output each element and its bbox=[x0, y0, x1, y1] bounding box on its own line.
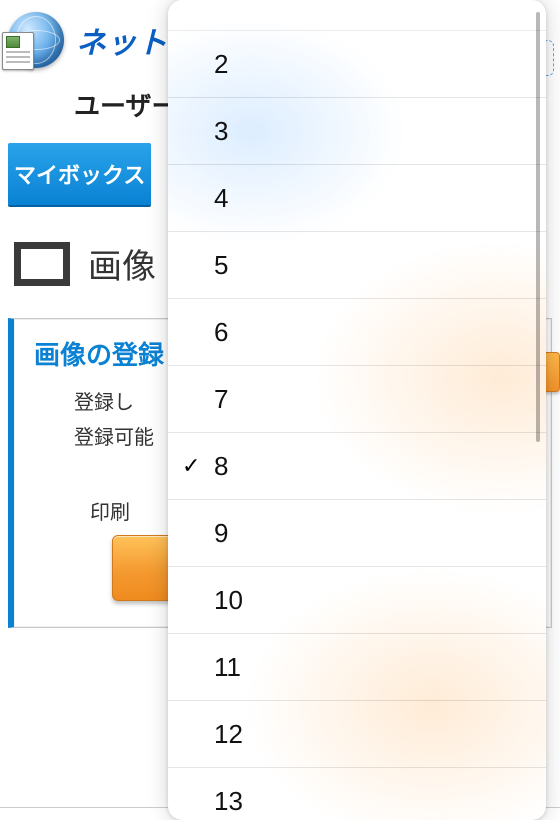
number-option-4[interactable]: ✓4 bbox=[168, 165, 546, 232]
app-screen: ネットワークプリント ⋮ ユーザー マイボックス 画像 画像の登録 登録し 登録… bbox=[0, 0, 560, 820]
number-option-label: 13 bbox=[214, 786, 243, 817]
images-section-title: 画像 bbox=[88, 239, 156, 288]
number-option-label: 9 bbox=[214, 518, 228, 549]
number-option-label: 10 bbox=[214, 585, 243, 616]
number-option-12[interactable]: ✓12 bbox=[168, 701, 546, 768]
number-option-5[interactable]: ✓5 bbox=[168, 232, 546, 299]
number-option-7[interactable]: ✓7 bbox=[168, 366, 546, 433]
number-option-label: 3 bbox=[214, 116, 228, 147]
scrollbar-thumb[interactable] bbox=[536, 12, 540, 442]
checkmark-icon: ✓ bbox=[182, 453, 200, 479]
number-option-label: 12 bbox=[214, 719, 243, 750]
number-option-top-sliver[interactable] bbox=[168, 0, 546, 31]
number-option-label: 8 bbox=[214, 451, 228, 482]
number-option-11[interactable]: ✓11 bbox=[168, 634, 546, 701]
number-option-13[interactable]: ✓13 bbox=[168, 768, 546, 820]
number-option-6[interactable]: ✓6 bbox=[168, 299, 546, 366]
number-option-label: 11 bbox=[214, 652, 241, 683]
number-option-2[interactable]: ✓2 bbox=[168, 31, 546, 98]
number-option-label: 4 bbox=[214, 183, 228, 214]
number-option-label: 7 bbox=[214, 384, 228, 415]
number-option-label: 2 bbox=[214, 49, 228, 80]
app-logo-icon bbox=[8, 12, 64, 68]
number-picker-list[interactable]: ✓2✓3✓4✓5✓6✓7✓8✓9✓10✓11✓12✓13 bbox=[168, 0, 546, 820]
number-option-label: 5 bbox=[214, 250, 228, 281]
number-option-10[interactable]: ✓10 bbox=[168, 567, 546, 634]
number-option-3[interactable]: ✓3 bbox=[168, 98, 546, 165]
mybox-button-label: マイボックス bbox=[14, 158, 145, 190]
number-option-8[interactable]: ✓8 bbox=[168, 433, 546, 500]
picture-icon bbox=[14, 242, 70, 286]
number-picker-popup: ✓2✓3✓4✓5✓6✓7✓8✓9✓10✓11✓12✓13 bbox=[168, 0, 546, 820]
number-option-9[interactable]: ✓9 bbox=[168, 500, 546, 567]
number-option-label: 6 bbox=[214, 317, 228, 348]
mybox-button[interactable]: マイボックス bbox=[8, 143, 151, 205]
